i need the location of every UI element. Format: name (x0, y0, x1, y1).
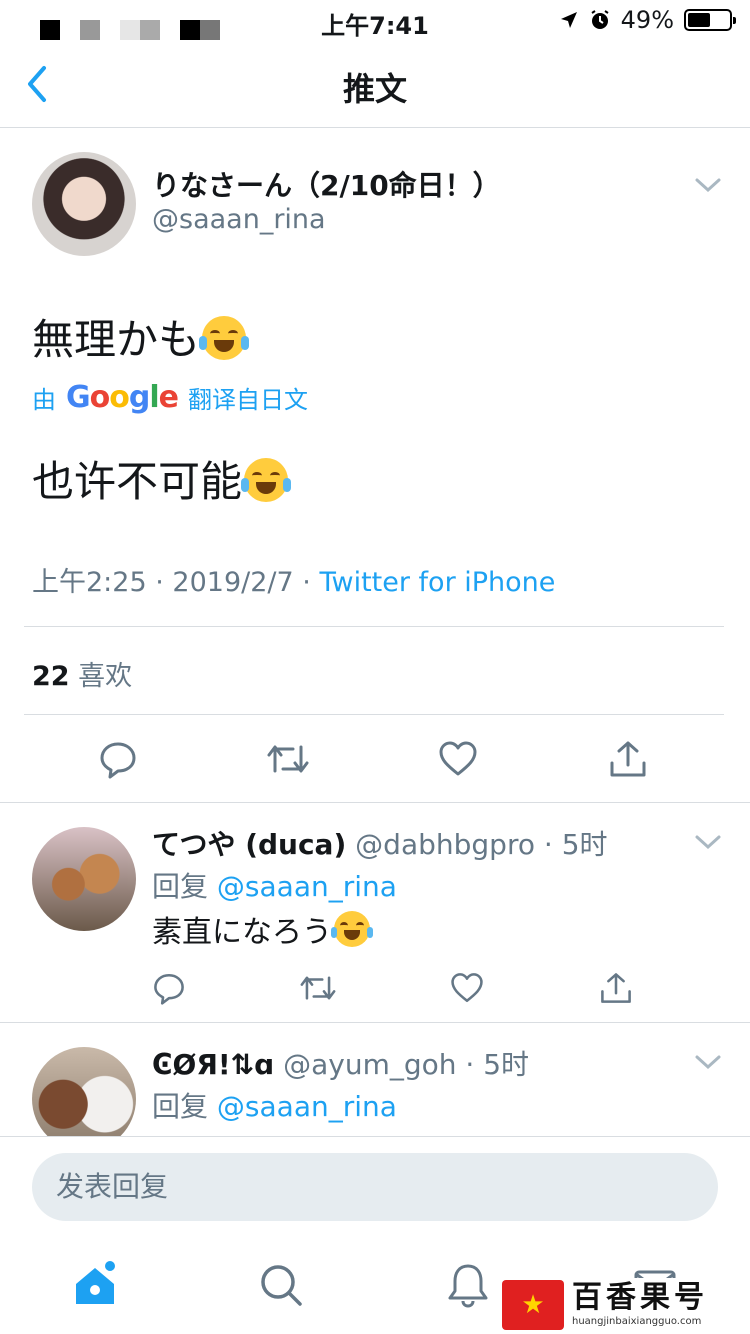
alarm-icon (591, 10, 609, 29)
reply-display-name[interactable]: てつや (duca) (152, 828, 346, 861)
chevron-down-icon[interactable] (694, 176, 722, 194)
reply-time: 5时 (561, 828, 608, 861)
share-icon (601, 973, 631, 1003)
like-button[interactable] (442, 963, 492, 1013)
bell-icon (448, 1264, 488, 1308)
tweet-meta: 上午2:25 · 2019/2/7 · Twitter for iPhone (32, 567, 556, 598)
avatar[interactable] (32, 1047, 136, 1136)
likes-count[interactable]: 22 喜欢 (32, 654, 132, 693)
tweet-time: 上午2:25 (32, 567, 147, 598)
reply-button[interactable] (93, 734, 143, 784)
home-icon (76, 1261, 115, 1304)
tab-search[interactable] (256, 1260, 306, 1310)
reply-handle[interactable]: @ayum_goh (283, 1048, 456, 1081)
reply-tweet[interactable]: ϾØЯ!⇅ɑ @ayum_goh · 5时 回复 @saaan_rina (0, 1023, 750, 1136)
user-handle[interactable]: @saaan_rina (152, 204, 326, 235)
reply-icon (154, 973, 184, 1005)
watermark-logo: ★ (502, 1280, 564, 1330)
display-name[interactable]: りなさーん（2/10命日！） (152, 164, 501, 204)
tears-of-joy-emoji (199, 316, 250, 360)
reply-handle[interactable]: @dabhbgpro (355, 828, 535, 861)
reply-icon (100, 742, 136, 779)
chevron-down-icon[interactable] (694, 1053, 722, 1071)
status-bar: 上午7:41 49% (0, 0, 750, 42)
battery-percent: 49% (620, 6, 674, 34)
share-icon (610, 741, 646, 777)
avatar[interactable] (32, 152, 136, 256)
tweet-source-link[interactable]: Twitter for iPhone (319, 567, 555, 598)
retweet-icon (267, 745, 309, 773)
search-icon (261, 1265, 302, 1306)
reply-to-line: 回复 @saaan_rina (152, 870, 397, 903)
battery-icon (684, 9, 736, 31)
watermark-title: 百香果号 (572, 1280, 708, 1315)
watermark-url: huangjinbaixiangguo.com (572, 1316, 702, 1327)
reply-actions (0, 963, 750, 1013)
tab-home[interactable] (70, 1260, 120, 1310)
location-icon (560, 12, 577, 28)
reply-button[interactable] (144, 963, 194, 1013)
status-indicators: 49% (559, 6, 736, 34)
reply-to-mention[interactable]: @saaan_rina (217, 870, 397, 903)
tears-of-joy-emoji (331, 911, 373, 947)
reply-text: 素直になろう (152, 907, 373, 951)
tweet-text: 無理かも (32, 306, 250, 367)
google-logo: Google (66, 380, 179, 415)
divider (24, 714, 724, 715)
share-button[interactable] (591, 963, 641, 1013)
watermark: ★ 百香果号 huangjinbaixiangguo.com (502, 1278, 744, 1332)
divider (24, 626, 724, 627)
tab-notifications[interactable] (443, 1260, 493, 1310)
translated-text: 也许不可能 (32, 448, 292, 509)
tears-of-joy-emoji (241, 458, 292, 502)
translation-attribution[interactable]: 由 Google 翻译自日文 (32, 380, 308, 415)
nav-bar: 推文 (0, 44, 750, 128)
divider (0, 802, 750, 803)
chevron-down-icon[interactable] (694, 833, 722, 851)
heart-icon (451, 973, 483, 1003)
like-button[interactable] (433, 734, 483, 784)
heart-icon (439, 741, 477, 776)
share-button[interactable] (603, 734, 653, 784)
reply-to-mention[interactable]: @saaan_rina (217, 1090, 397, 1123)
reply-time: 5时 (483, 1048, 530, 1081)
reply-header: ϾØЯ!⇅ɑ @ayum_goh · 5时 (152, 1048, 530, 1081)
page-title: 推文 (342, 70, 407, 108)
reply-header: てつや (duca) @dabhbgpro · 5时 (152, 828, 608, 861)
reply-to-line: 回复 @saaan_rina (152, 1090, 397, 1123)
retweet-button[interactable] (293, 963, 343, 1013)
reply-display-name[interactable]: ϾØЯ!⇅ɑ (152, 1048, 274, 1081)
compose-bar: 发表回复 (0, 1136, 750, 1238)
retweet-button[interactable] (263, 734, 313, 784)
reply-compose-input[interactable]: 发表回复 (32, 1153, 718, 1221)
tweet-date: 2019/2/7 (172, 567, 294, 598)
avatar[interactable] (32, 827, 136, 931)
tweet-actions (0, 734, 750, 784)
retweet-icon (300, 976, 336, 1000)
